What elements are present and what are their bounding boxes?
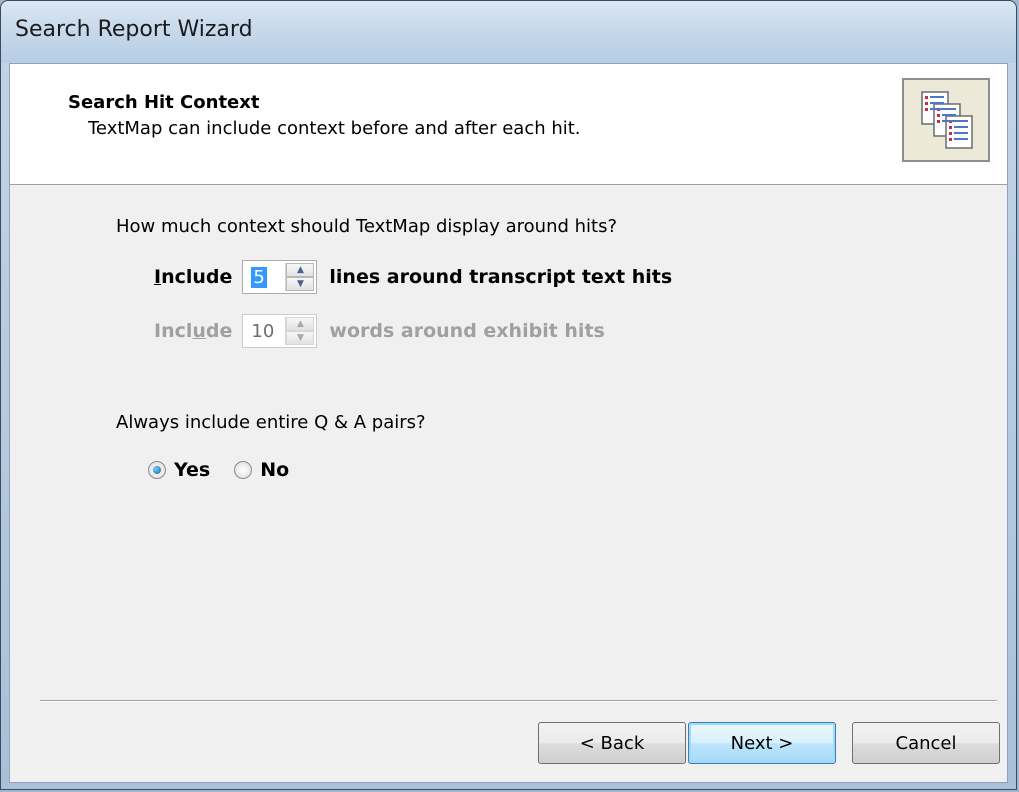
lines-spinner[interactable]: 5 ▲ ▼	[242, 260, 318, 294]
title-bar[interactable]: Search Report Wizard	[1, 1, 1016, 63]
context-question: How much context should TextMap display …	[116, 216, 618, 237]
qa-radio-group: Yes No	[148, 459, 313, 481]
lines-value-field[interactable]: 5	[243, 261, 285, 293]
lines-value: 5	[251, 266, 267, 288]
lines-down-arrow-icon[interactable]: ▼	[286, 277, 315, 291]
words-value: 10	[251, 320, 275, 342]
page-title: Search Hit Context	[68, 92, 260, 113]
words-spin-buttons: ▲ ▼	[285, 317, 315, 345]
no-radio-dot[interactable]	[234, 461, 253, 479]
words-down-arrow-icon: ▼	[286, 331, 315, 345]
next-button[interactable]: Next >	[688, 722, 836, 764]
page-subtitle: TextMap can include context before and a…	[88, 118, 581, 139]
words-suffix-label: words around exhibit hits	[329, 320, 605, 342]
words-context-row: Include 10 ▲ ▼ words around exhibit hits	[154, 314, 605, 348]
no-radio[interactable]: No	[234, 459, 289, 481]
footer-divider	[40, 700, 997, 702]
report-pages-icon	[902, 78, 990, 162]
lines-context-row: Include 5 ▲ ▼ lines around transcript te…	[154, 260, 672, 294]
window-title: Search Report Wizard	[15, 17, 253, 42]
lines-suffix-label: lines around transcript text hits	[329, 266, 673, 288]
words-spinner: 10 ▲ ▼	[242, 314, 318, 348]
wizard-header: Search Hit Context TextMap can include c…	[10, 64, 1007, 185]
yes-radio-label: Yes	[174, 459, 211, 481]
yes-radio-dot[interactable]	[148, 461, 166, 479]
back-button[interactable]: < Back	[538, 722, 686, 764]
lines-spin-buttons: ▲ ▼	[285, 263, 315, 291]
qa-question: Always include entire Q & A pairs?	[116, 412, 426, 433]
cancel-button[interactable]: Cancel	[852, 722, 1000, 764]
words-up-arrow-icon: ▲	[286, 317, 315, 331]
words-include-label: Include	[154, 320, 233, 342]
wizard-window: Search Report Wizard Search Hit Context …	[0, 0, 1017, 790]
lines-include-label: Include	[154, 266, 233, 288]
no-radio-label: No	[260, 459, 290, 481]
lines-up-arrow-icon[interactable]: ▲	[286, 263, 315, 277]
yes-radio[interactable]: Yes	[148, 459, 210, 481]
wizard-body: Search Hit Context TextMap can include c…	[9, 63, 1008, 783]
